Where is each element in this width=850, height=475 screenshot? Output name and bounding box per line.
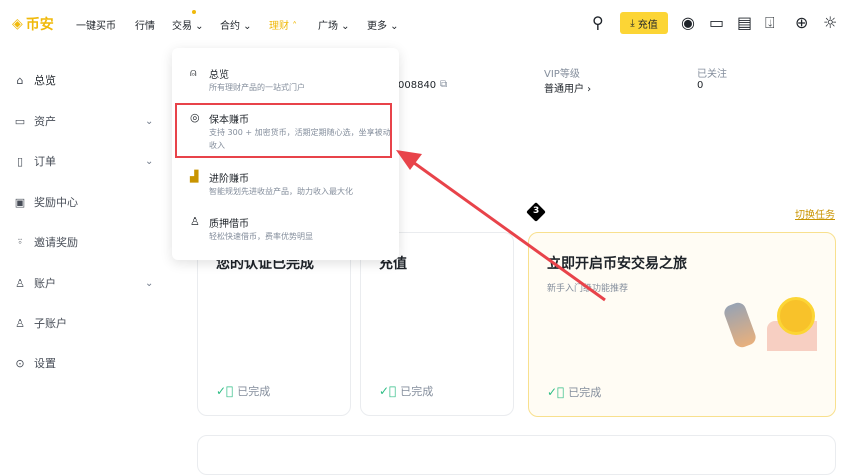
arrow-shaft (409, 158, 606, 302)
annotation-arrow (396, 150, 606, 302)
